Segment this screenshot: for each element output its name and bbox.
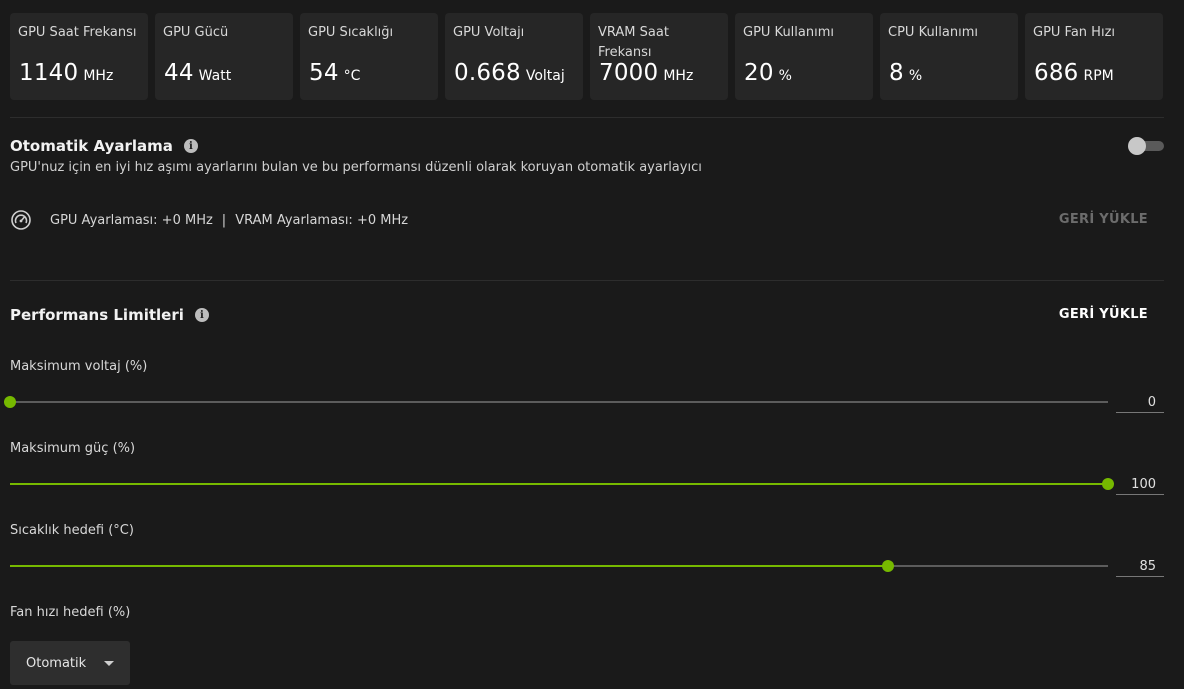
chevron-down-icon <box>104 660 115 666</box>
max-voltage-slider[interactable] <box>4 396 1108 408</box>
performance-limits-title: Performans Limitleri <box>10 306 184 324</box>
stat-number: 0.668 <box>454 60 521 86</box>
tuning-status-row: GPU Ayarlaması: +0 MHz | VRAM Ayarlaması… <box>10 208 408 232</box>
separator: | <box>221 212 227 228</box>
performance-limits-reset-button[interactable]: GERİ YÜKLE <box>1059 307 1148 322</box>
auto-tuning-header: Otomatik Ayarlama i <box>10 137 198 155</box>
stat-unit: Watt <box>198 68 232 84</box>
stat-unit: RPM <box>1083 68 1114 84</box>
gpu-tuning-value: GPU Ayarlaması: +0 MHz <box>50 212 213 228</box>
slider-fill <box>10 483 1108 485</box>
stat-unit: Voltaj <box>525 68 565 84</box>
stat-value: 7000 MHz <box>599 60 693 86</box>
performance-limits-header: Performans Limitleri i <box>10 306 209 324</box>
auto-tuning-reset-button[interactable]: GERİ YÜKLE <box>1059 212 1148 227</box>
temp-target-slider[interactable] <box>10 560 1108 572</box>
slider-thumb[interactable] <box>1102 478 1114 490</box>
stat-label: GPU Kullanımı <box>743 25 834 40</box>
stat-number: 1140 <box>19 60 79 86</box>
stat-unit: MHz <box>663 68 694 84</box>
stat-card-vram-clock: VRAM Saat Frekansı 7000 MHz <box>590 13 728 100</box>
max-power-value[interactable]: 100 <box>1116 475 1164 495</box>
stat-number: 44 <box>164 60 194 86</box>
stat-number: 686 <box>1034 60 1079 86</box>
max-power-label: Maksimum güç (%) <box>10 441 136 456</box>
stat-card-gpu-usage: GPU Kullanımı 20% <box>735 13 873 100</box>
vram-tuning-value: VRAM Ayarlaması: +0 MHz <box>235 212 409 228</box>
stat-number: 8 <box>889 60 904 86</box>
stat-number: 7000 <box>599 60 659 86</box>
stat-card-gpu-power: GPU Gücü 44 Watt <box>155 13 293 100</box>
stats-bar: GPU Saat Frekansı 1140 MHz GPU Gücü 44 Wat… <box>10 13 1163 100</box>
temp-target-label: Sıcaklık hedefi (°C) <box>10 523 134 538</box>
stat-label: VRAM Saat Frekansı <box>598 25 669 60</box>
stat-card-gpu-clock: GPU Saat Frekansı 1140 MHz <box>10 13 148 100</box>
stat-number: 20 <box>744 60 774 86</box>
auto-tuning-toggle[interactable] <box>1128 137 1164 155</box>
stat-unit: °C <box>343 68 361 84</box>
stat-label: GPU Voltajı <box>453 25 525 40</box>
info-icon[interactable]: i <box>194 308 209 322</box>
divider <box>10 117 1164 118</box>
stat-card-fan-speed: GPU Fan Hızı 686 RPM <box>1025 13 1163 100</box>
stat-card-gpu-temp: GPU Sıcaklığı 54 °C <box>300 13 438 100</box>
temp-target-value[interactable]: 85 <box>1116 557 1164 577</box>
divider <box>10 280 1164 281</box>
stat-value: 20% <box>744 60 792 86</box>
stat-label: GPU Gücü <box>163 25 229 40</box>
slider-thumb[interactable] <box>882 560 895 572</box>
max-voltage-value[interactable]: 0 <box>1116 393 1164 413</box>
stat-number: 54 <box>309 60 339 86</box>
stat-value: 0.668 Voltaj <box>454 60 565 86</box>
stat-value: 44 Watt <box>164 60 231 86</box>
auto-tuning-title: Otomatik Ayarlama <box>10 137 173 155</box>
speedometer-icon <box>11 210 31 230</box>
stat-label: GPU Saat Frekansı <box>18 25 137 40</box>
auto-tuning-description: GPU'nuz için en iyi hız aşımı ayarlarını… <box>10 160 702 175</box>
stat-value: 8% <box>889 60 922 86</box>
max-voltage-label: Maksimum voltaj (%) <box>10 359 148 374</box>
stat-value: 686 RPM <box>1034 60 1114 86</box>
stat-label: CPU Kullanımı <box>888 25 978 40</box>
stat-unit: % <box>908 68 923 84</box>
fan-speed-dropdown[interactable]: Otomatik <box>10 641 130 685</box>
stat-card-cpu-usage: CPU Kullanımı 8% <box>880 13 1018 100</box>
slider-fill <box>10 565 889 567</box>
slider-track <box>10 401 1108 403</box>
toggle-knob <box>1128 137 1146 155</box>
stat-unit: MHz <box>83 68 114 84</box>
stat-card-gpu-voltage: GPU Voltajı 0.668 Voltaj <box>445 13 583 100</box>
stat-label: GPU Fan Hızı <box>1033 25 1116 40</box>
max-power-slider[interactable] <box>10 478 1114 490</box>
stat-value: 54 °C <box>309 60 360 86</box>
fan-speed-label: Fan hızı hedefi (%) <box>10 605 131 620</box>
fan-speed-selected: Otomatik <box>26 655 87 671</box>
stat-unit: % <box>778 68 792 84</box>
info-icon[interactable]: i <box>183 139 198 153</box>
stat-value: 1140 MHz <box>19 60 113 86</box>
stat-label: GPU Sıcaklığı <box>308 25 394 40</box>
slider-thumb[interactable] <box>4 396 16 408</box>
